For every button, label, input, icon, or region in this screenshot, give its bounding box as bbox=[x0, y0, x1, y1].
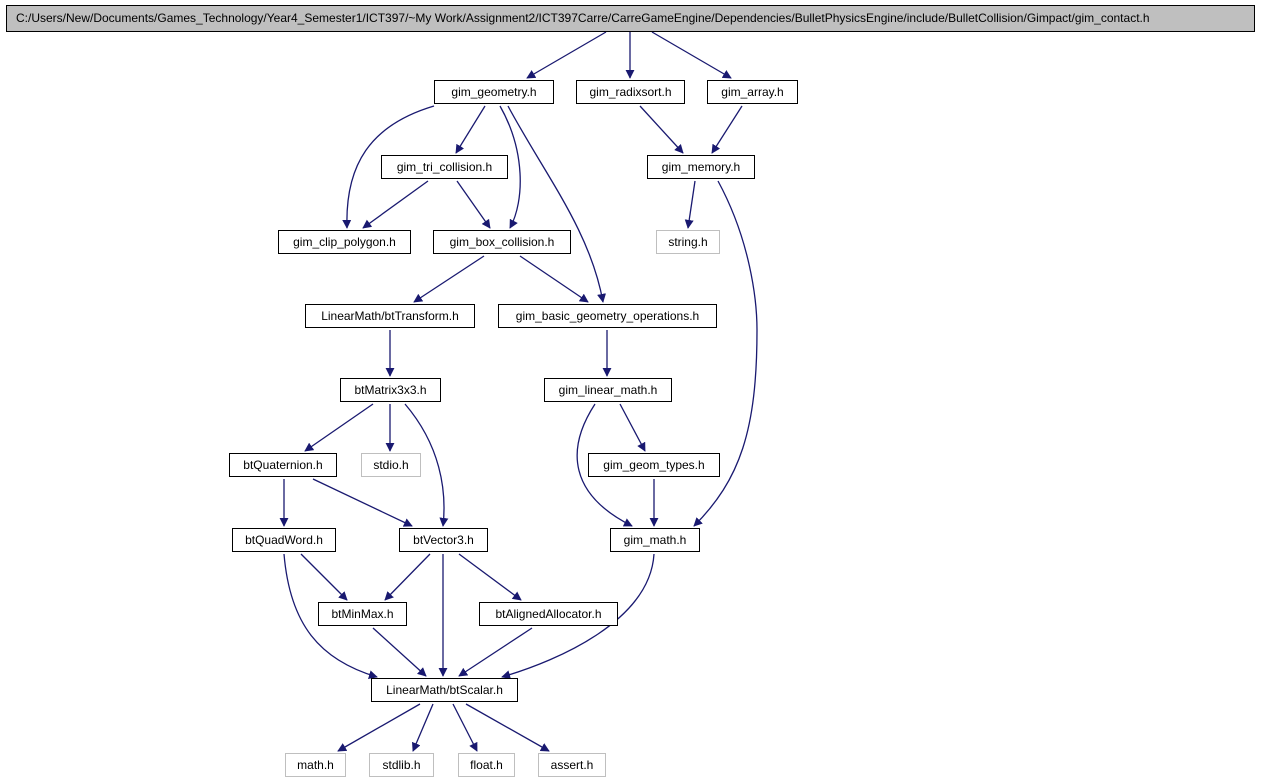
edge-matrix-quaternion bbox=[304, 403, 374, 452]
node-bttransform[interactable]: LinearMath/btTransform.h bbox=[305, 304, 475, 328]
node-btquadword[interactable]: btQuadWord.h bbox=[232, 528, 336, 552]
node-gim-basic-geometry-operations[interactable]: gim_basic_geometry_operations.h bbox=[498, 304, 717, 328]
edge-tricollision-boxcollision bbox=[456, 180, 491, 229]
node-gim-box-collision[interactable]: gim_box_collision.h bbox=[433, 230, 571, 254]
node-gim-linear-math[interactable]: gim_linear_math.h bbox=[544, 378, 672, 402]
node-gim-geometry[interactable]: gim_geometry.h bbox=[434, 80, 554, 104]
node-gim-contact[interactable]: C:/Users/New/Documents/Games_Technology/… bbox=[6, 5, 1255, 32]
edge-scalar-stdlib bbox=[412, 703, 434, 752]
edge-root-array bbox=[651, 31, 732, 79]
node-btscalar[interactable]: LinearMath/btScalar.h bbox=[371, 678, 518, 702]
edge-vector3-minmax bbox=[384, 553, 431, 601]
edge-aligned-scalar bbox=[458, 627, 533, 677]
include-dependency-graph: C:/Users/New/Documents/Games_Technology/… bbox=[0, 0, 1261, 784]
node-gim-clip-polygon[interactable]: gim_clip_polygon.h bbox=[278, 230, 411, 254]
node-gim-memory[interactable]: gim_memory.h bbox=[647, 155, 755, 179]
edge-scalar-float bbox=[452, 703, 478, 752]
edge-minmax-scalar bbox=[372, 627, 427, 677]
edge-root-geometry bbox=[526, 31, 607, 79]
edge-scalar-mathh bbox=[337, 703, 421, 752]
node-gim-radixsort[interactable]: gim_radixsort.h bbox=[576, 80, 685, 104]
edge-quaternion-vector3 bbox=[312, 478, 413, 527]
edge-tricollision-clippolygon bbox=[362, 180, 429, 229]
node-gim-math[interactable]: gim_math.h bbox=[610, 528, 700, 552]
edge-boxcollision-basicops bbox=[519, 255, 589, 303]
edge-memory-string bbox=[684, 180, 696, 229]
node-btminmax[interactable]: btMinMax.h bbox=[318, 602, 407, 626]
edge-vector3-aligned bbox=[458, 553, 522, 601]
edge-scalar-assert bbox=[465, 703, 550, 752]
node-float-h[interactable]: float.h bbox=[458, 753, 515, 777]
node-btmatrix3x3[interactable]: btMatrix3x3.h bbox=[340, 378, 441, 402]
node-assert-h[interactable]: assert.h bbox=[538, 753, 606, 777]
node-btalignedallocator[interactable]: btAlignedAllocator.h bbox=[479, 602, 618, 626]
edge-radixsort-memory bbox=[639, 105, 684, 154]
node-btquaternion[interactable]: btQuaternion.h bbox=[229, 453, 337, 477]
edge-geometry-tricollision bbox=[455, 105, 486, 154]
node-stdio-h[interactable]: stdio.h bbox=[361, 453, 421, 477]
edge-linmath-geomtypes bbox=[619, 403, 646, 452]
node-stdlib-h[interactable]: stdlib.h bbox=[369, 753, 434, 777]
node-gim-tri-collision[interactable]: gim_tri_collision.h bbox=[381, 155, 508, 179]
edge-quadword-minmax bbox=[300, 553, 348, 601]
edge-boxcollision-transform bbox=[413, 255, 485, 303]
edge-geometry-basicops bbox=[507, 105, 606, 303]
node-btvector3[interactable]: btVector3.h bbox=[399, 528, 488, 552]
node-gim-geom-types[interactable]: gim_geom_types.h bbox=[588, 453, 720, 477]
edge-array-memory bbox=[711, 105, 743, 154]
node-string-h[interactable]: string.h bbox=[656, 230, 720, 254]
node-math-h[interactable]: math.h bbox=[285, 753, 346, 777]
node-gim-array[interactable]: gim_array.h bbox=[707, 80, 798, 104]
